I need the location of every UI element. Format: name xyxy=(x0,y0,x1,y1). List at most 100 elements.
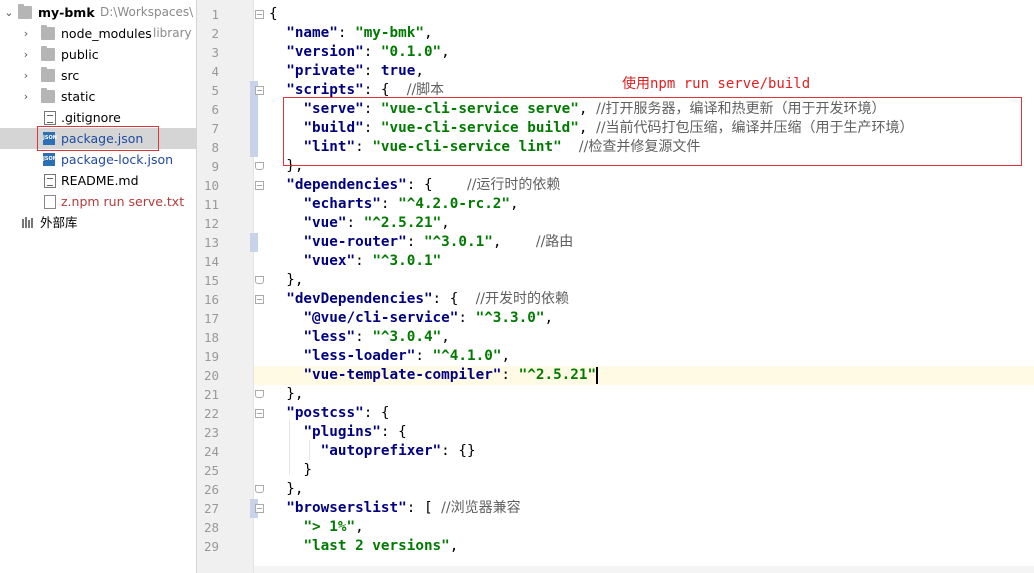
code-line[interactable]: "plugins": { xyxy=(269,423,406,442)
line-number: 8 xyxy=(211,140,219,155)
line-number: 18 xyxy=(203,330,219,345)
folder-icon xyxy=(41,88,55,103)
chevron-right-icon[interactable]: › xyxy=(20,23,32,44)
code-line[interactable]: } xyxy=(269,461,312,480)
fold-icon[interactable]: − xyxy=(255,295,264,304)
horizontal-scrollbar[interactable] xyxy=(254,566,1034,573)
fold-icon[interactable]: − xyxy=(255,181,264,190)
code-line[interactable]: "version": "0.1.0", xyxy=(269,43,450,62)
code-token: true xyxy=(380,63,416,79)
line-number: 26 xyxy=(203,482,219,497)
code-line[interactable]: "name": "my-bmk", xyxy=(269,24,433,43)
change-marker xyxy=(250,233,258,252)
fold-end-icon[interactable] xyxy=(255,276,264,284)
fold-icon[interactable]: − xyxy=(255,86,264,95)
tree-item-external-libraries[interactable]: 外部库 xyxy=(0,212,196,233)
chevron-right-icon[interactable]: › xyxy=(20,44,32,65)
tree-item-static[interactable]: › static xyxy=(0,86,196,107)
code-line[interactable]: "dependencies": { //运行时的依赖 xyxy=(269,176,560,195)
tree-item-public[interactable]: › public xyxy=(0,44,196,65)
tree-item-node-modules[interactable]: › node_modules library xyxy=(0,23,196,44)
fold-end-icon[interactable] xyxy=(255,485,264,493)
code-line[interactable]: }, xyxy=(269,480,303,499)
code-token: { xyxy=(269,6,278,22)
line-number: 14 xyxy=(203,254,219,269)
code-token: "@vue/cli-service" xyxy=(303,310,459,326)
code-token: : xyxy=(363,63,381,79)
fold-icon[interactable]: − xyxy=(255,10,264,19)
code-token: "version" xyxy=(286,44,364,60)
line-number: 16 xyxy=(203,292,219,307)
code-line[interactable]: "less": "^3.0.4", xyxy=(269,328,450,347)
code-line[interactable]: "@vue/cli-service": "^3.3.0", xyxy=(269,309,553,328)
code-line[interactable]: "postcss": { xyxy=(269,404,389,423)
code-token: } xyxy=(269,462,313,478)
line-number: 19 xyxy=(203,349,219,364)
tree-item-label: public xyxy=(61,47,99,62)
project-tree[interactable]: ⌄ my-bmk D:\Workspaces\ › node_modules l… xyxy=(0,0,197,573)
line-number: 24 xyxy=(203,444,219,459)
code-token: }, xyxy=(269,386,304,402)
tree-item-gitignore[interactable]: .gitignore xyxy=(0,107,196,128)
code-token: : { xyxy=(432,291,476,307)
tree-root[interactable]: ⌄ my-bmk D:\Workspaces\ xyxy=(0,2,196,23)
code-token: //浏览器兼容 xyxy=(441,500,521,516)
code-line[interactable]: "last 2 versions", xyxy=(269,537,458,556)
tree-item-src[interactable]: › src xyxy=(0,65,196,86)
fold-end-icon[interactable] xyxy=(255,162,264,170)
tree-item-readme[interactable]: README.md xyxy=(0,170,196,191)
line-number: 2 xyxy=(211,26,219,41)
code-token: : xyxy=(346,215,364,231)
code-line[interactable]: "browserslist": [ //浏览器兼容 xyxy=(269,499,521,518)
chevron-right-icon[interactable]: › xyxy=(20,86,32,107)
line-number: 22 xyxy=(203,406,219,421)
code-token: "devDependencies" xyxy=(286,291,433,307)
tree-item-npm-run-serve-txt[interactable]: z.npm run serve.txt xyxy=(0,191,196,212)
code-token: "vue-router" xyxy=(303,234,407,250)
code-line[interactable]: "echarts": "^4.2.0-rc.2", xyxy=(269,195,519,214)
code-line[interactable]: "vue-template-compiler": "^2.5.21" xyxy=(269,366,596,385)
code-token: "name" xyxy=(286,25,338,41)
code-token: , xyxy=(423,25,433,41)
code-line[interactable]: "less-loader": "^4.1.0", xyxy=(269,347,510,366)
code-line[interactable]: }, xyxy=(269,271,303,290)
code-line[interactable]: { xyxy=(269,5,278,24)
fold-icon[interactable]: − xyxy=(255,504,264,513)
code-line[interactable]: "vue-router": "^3.0.1", //路由 xyxy=(269,233,573,252)
code-line[interactable]: "private": true, xyxy=(269,62,424,81)
code-line[interactable]: "vuex": "^3.0.1" xyxy=(269,252,441,271)
code-token: : xyxy=(415,348,433,364)
code-token: : xyxy=(406,234,424,250)
line-number: 1 xyxy=(211,7,219,22)
code-line[interactable]: "> 1%", xyxy=(269,518,363,537)
code-line[interactable]: "autoprefixer": {} xyxy=(269,442,476,461)
code-token: : { xyxy=(406,177,467,193)
code-line[interactable]: }, xyxy=(269,385,303,404)
line-number: 28 xyxy=(203,520,219,535)
tree-item-label: z.npm run serve.txt xyxy=(61,194,185,209)
code-token: "^4.1.0" xyxy=(432,348,502,364)
tree-item-label: node_modules xyxy=(61,26,152,41)
tree-item-label: package-lock.json xyxy=(61,152,174,167)
tree-item-package-lock-json[interactable]: JSON package-lock.json xyxy=(0,149,196,170)
chevron-down-icon[interactable]: ⌄ xyxy=(3,2,15,23)
chevron-right-icon[interactable]: › xyxy=(20,65,32,86)
library-suffix: library xyxy=(153,26,192,40)
code-token: , xyxy=(441,329,450,345)
code-token: , xyxy=(449,538,459,554)
fold-icon[interactable]: − xyxy=(255,409,264,418)
code-editor[interactable]: − − − − − − { "name": "my-bmk", "version… xyxy=(197,0,1034,573)
code-line[interactable]: "devDependencies": { //开发时的依赖 xyxy=(269,290,569,309)
code-token: , xyxy=(510,196,519,212)
fold-end-icon[interactable] xyxy=(255,390,264,398)
code-token: }, xyxy=(269,481,304,497)
code-line[interactable]: "vue": "^2.5.21", xyxy=(269,214,449,233)
